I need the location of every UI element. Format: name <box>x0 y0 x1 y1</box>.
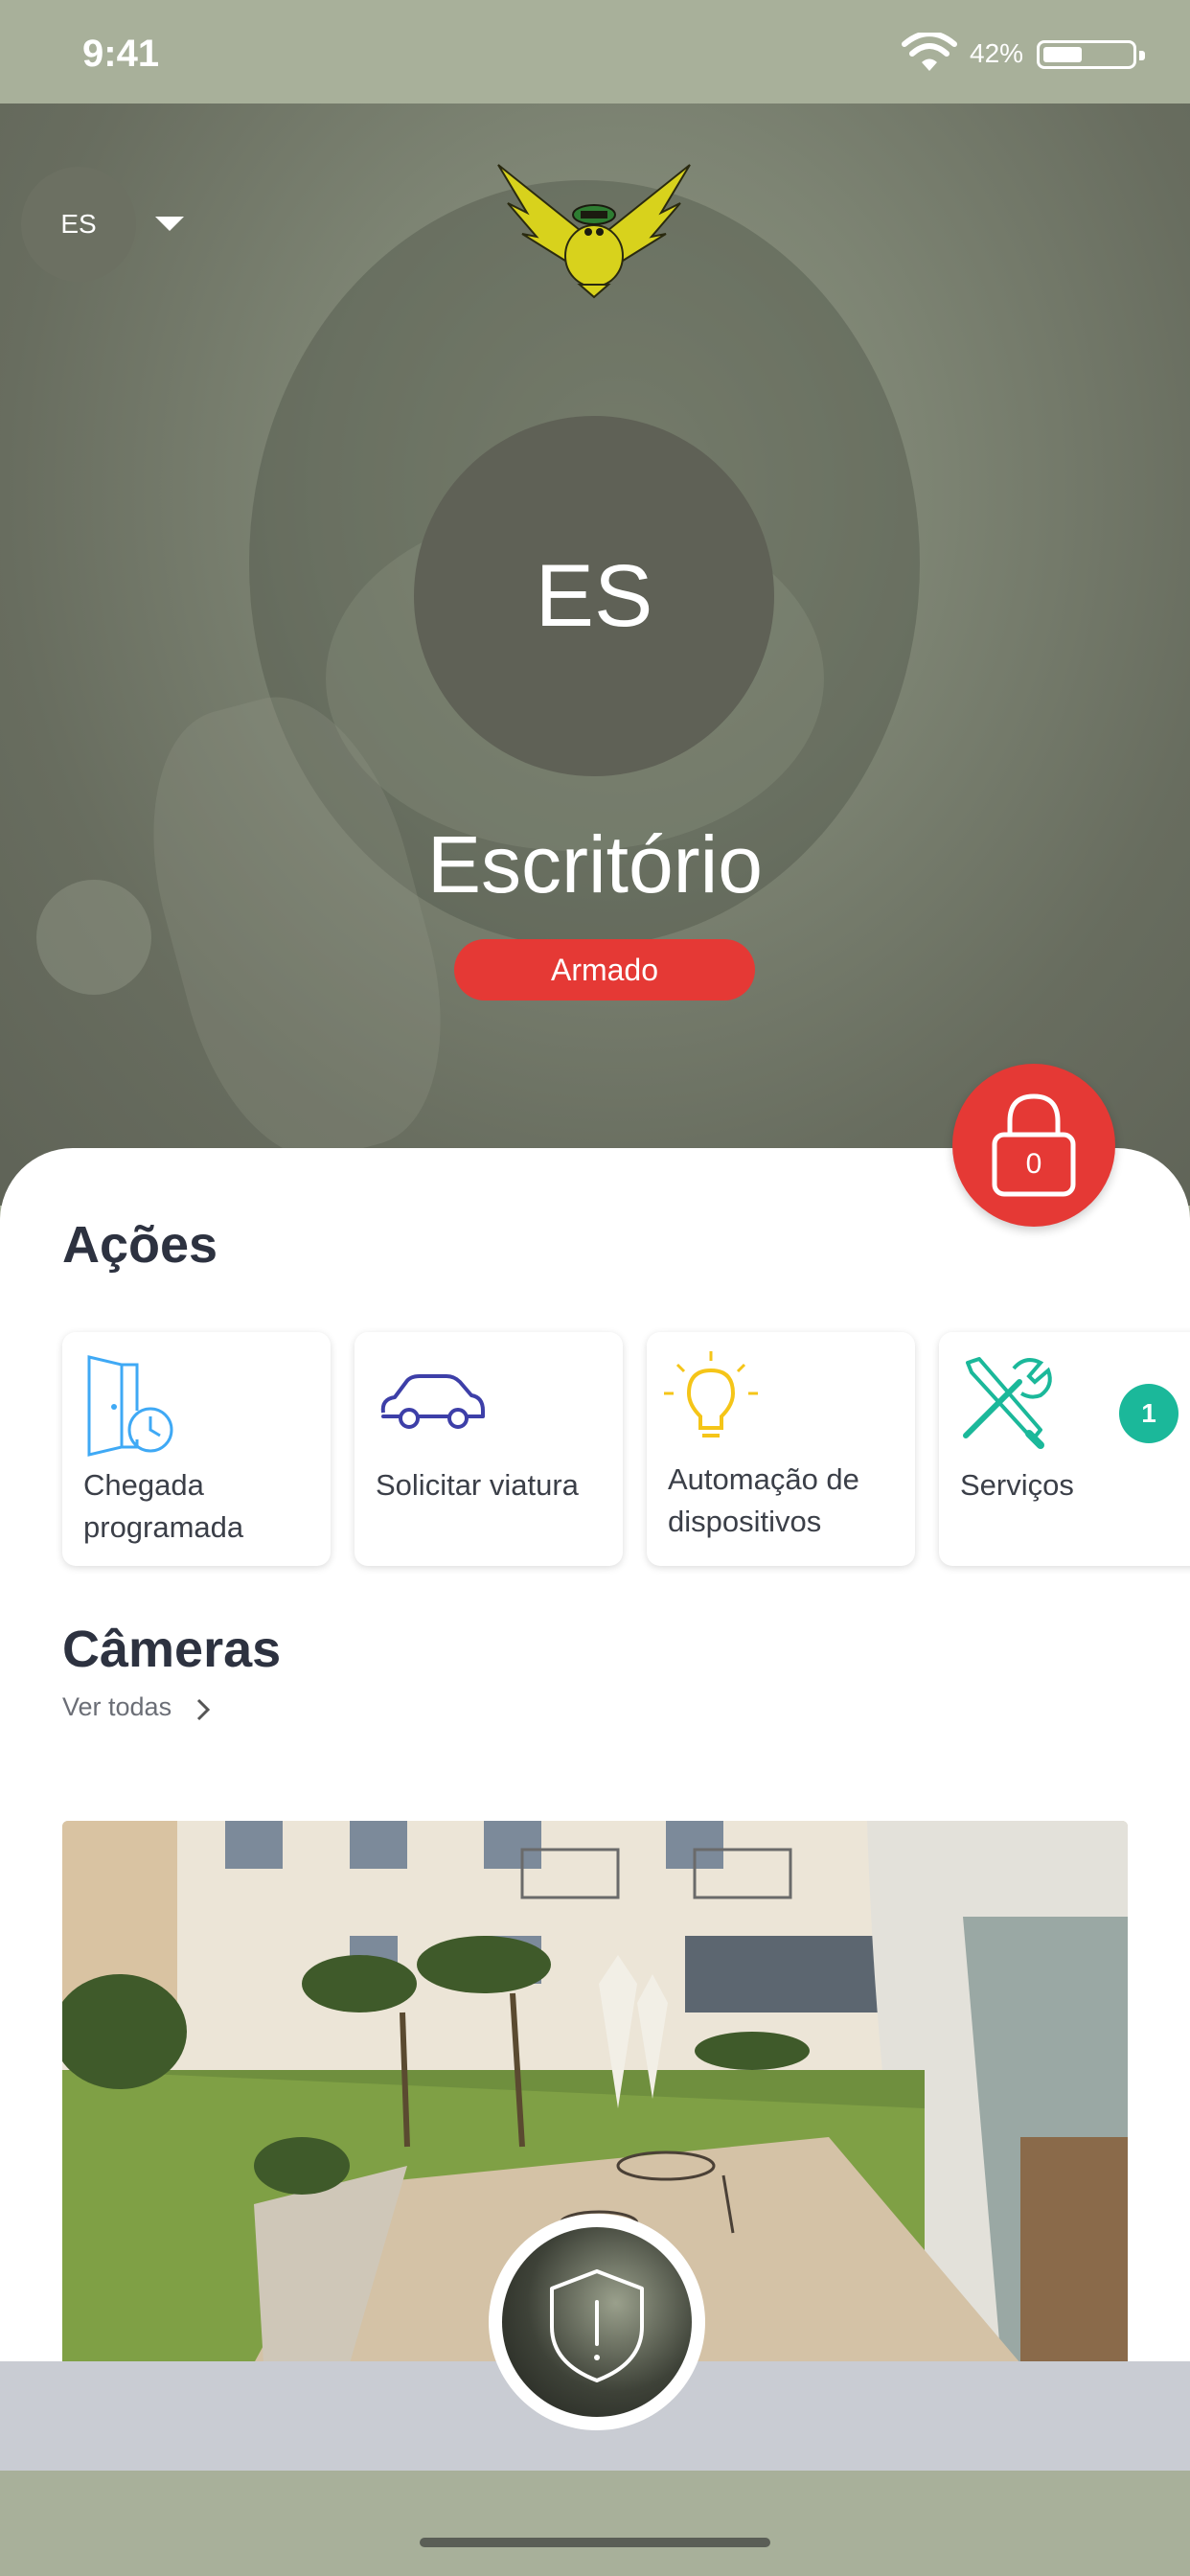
site-selector-avatar[interactable]: ES <box>21 167 136 282</box>
status-badge: Armado <box>454 939 755 1000</box>
lock-icon <box>992 1093 1076 1197</box>
home-area <box>0 2471 1190 2576</box>
lock-count: 0 <box>1025 1148 1042 1180</box>
home-indicator[interactable] <box>420 2538 770 2547</box>
tools-icon <box>963 1357 1052 1449</box>
lock-button[interactable]: 0 <box>952 1064 1115 1227</box>
action-card-scheduled-arrival[interactable]: Chegada programada <box>62 1332 331 1566</box>
profile-initials: ES <box>535 546 653 645</box>
status-time: 9:41 <box>82 33 160 75</box>
alarm-button[interactable] <box>489 2214 705 2430</box>
shield-alert-icon <box>550 2269 644 2382</box>
car-icon <box>380 1374 485 1429</box>
action-card-services[interactable]: Serviços <box>939 1332 1190 1566</box>
chevron-down-icon[interactable] <box>155 217 184 231</box>
site-initials: ES <box>60 209 97 239</box>
profile-avatar: ES <box>414 416 774 776</box>
door-clock-icon <box>87 1355 173 1457</box>
see-all-cameras-link[interactable]: Ver todas <box>62 1692 172 1722</box>
action-label: Solicitar viatura <box>376 1468 579 1502</box>
action-label: Automação de dispositivos <box>668 1462 859 1538</box>
battery-icon <box>1037 40 1145 69</box>
action-card-device-automation[interactable]: Automação de dispositivos <box>647 1332 915 1566</box>
status-bar: 9:41 42% <box>0 0 1190 104</box>
action-card-request-vehicle[interactable]: Solicitar viatura <box>355 1332 623 1566</box>
eagle-logo <box>497 164 691 299</box>
action-label: Serviços <box>960 1468 1074 1502</box>
actions-title: Ações <box>62 1216 218 1274</box>
action-label: Chegada programada <box>83 1468 244 1544</box>
cameras-title: Câmeras <box>62 1621 282 1678</box>
battery-percent: 42% <box>970 38 1024 68</box>
chevron-right-icon[interactable] <box>196 1698 210 1721</box>
site-name: Escritório <box>426 819 764 909</box>
wifi-icon <box>902 33 957 71</box>
lightbulb-icon <box>664 1351 758 1438</box>
services-badge: 1 <box>1119 1384 1179 1443</box>
